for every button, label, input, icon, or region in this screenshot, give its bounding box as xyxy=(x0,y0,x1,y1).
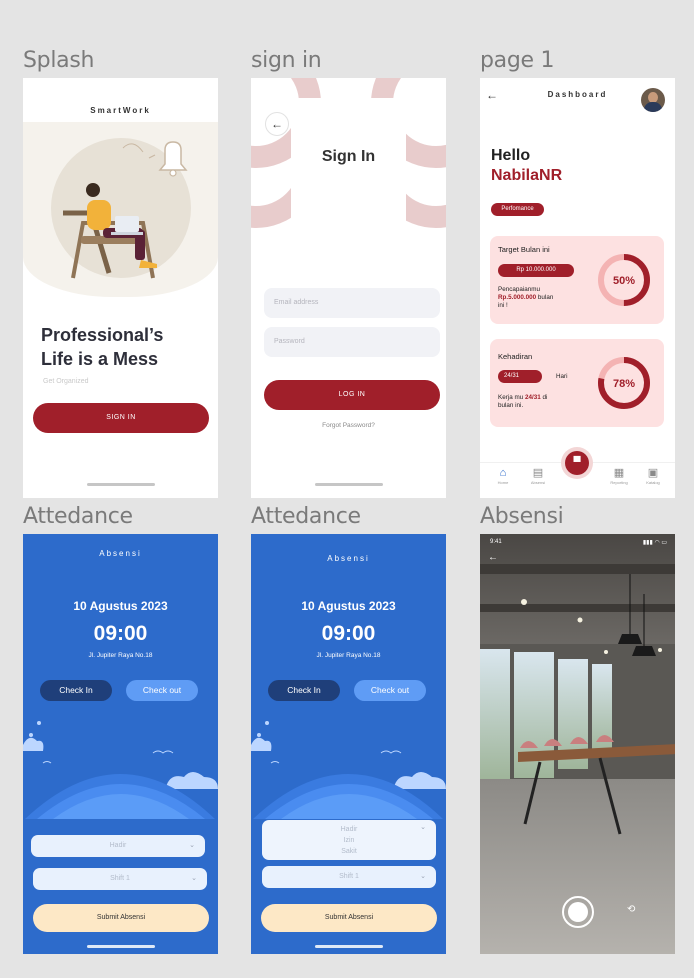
office-photo xyxy=(480,534,675,954)
brand-name: SmartWork xyxy=(90,106,151,115)
shutter-button[interactable] xyxy=(562,896,594,928)
home-indicator xyxy=(314,483,383,486)
clipboard-icon: ▦ xyxy=(613,467,625,479)
headline-line-1: Professional’s xyxy=(41,325,164,345)
dashboard-screen: ← Dashboard Hello NabilaNR Perfomance Ta… xyxy=(480,78,675,498)
signin-title: Sign In xyxy=(321,148,376,165)
shift-select-value: Shift 1 xyxy=(339,873,359,880)
performance-tag[interactable]: Perfomance xyxy=(491,203,544,216)
shutter-inner-icon xyxy=(568,902,588,922)
shift-select[interactable]: Shift 1 ⌄ xyxy=(33,868,207,890)
attendance-title: Absensi xyxy=(327,554,370,563)
nav-absensi[interactable]: ▤ Absensi xyxy=(523,467,553,485)
nav-home[interactable]: ⌂ Home xyxy=(488,467,518,485)
switch-camera-icon[interactable]: ⟲ xyxy=(627,904,635,915)
attendance-screen-2: Absensi 10 Agustus 2023 09:00 Jl. Jupite… xyxy=(251,534,446,954)
camera-screen: 9:41 ▮▮▮ ◠ ▭ ← ⟲ xyxy=(480,534,675,954)
signin-screen: ← Sign In Email address Password LOG IN … xyxy=(251,78,446,498)
shift-select-value: Shift 1 xyxy=(110,875,130,882)
submit-absensi-button[interactable]: Submit Absensi xyxy=(261,904,437,932)
greeting-username: NabilaNR xyxy=(491,167,563,184)
chevron-down-icon: ⌄ xyxy=(420,873,426,880)
relaxing-person-illustration xyxy=(63,141,188,279)
back-arrow-icon[interactable]: ← xyxy=(488,552,498,563)
attendance-progress-ring: 78% xyxy=(598,357,650,409)
home-indicator xyxy=(314,945,383,948)
nav-home-label: Home xyxy=(497,480,509,485)
attendance-count-badge: 24/31 xyxy=(498,370,542,383)
attendance-card-title: Kehadiran xyxy=(498,352,533,361)
status-select[interactable]: Hadir ⌄ xyxy=(31,835,205,857)
frame-label-signin: sign in xyxy=(251,48,322,73)
status-option-hadir[interactable]: Hadir xyxy=(262,824,436,835)
nav-absensi-label: Absensi xyxy=(530,480,546,485)
splash-screen: SmartWork Professional’s Life is a Mess … xyxy=(23,78,218,498)
status-option-sakit[interactable]: Sakit xyxy=(262,846,436,857)
sign-in-button[interactable]: SIGN IN xyxy=(33,403,209,433)
store-fab-icon[interactable]: ▀ xyxy=(565,451,589,475)
check-out-button[interactable]: Check out xyxy=(126,680,198,701)
greeting: Hello NabilaNR xyxy=(491,146,562,186)
catalog-icon: ▣ xyxy=(647,467,659,479)
chevron-down-icon: ⌄ xyxy=(189,842,195,849)
chevron-down-icon: ⌄ xyxy=(191,875,197,882)
target-progress-ring: 50% xyxy=(598,254,650,306)
target-amount-badge: Rp 10.000.000 xyxy=(498,264,574,277)
frame-label-absensi: Absensi xyxy=(480,504,564,529)
nav-katalog[interactable]: ▣ Katalog xyxy=(638,467,668,485)
attendance-address: Jl. Jupiter Raya No.18 xyxy=(88,652,153,659)
attendance-card[interactable]: Kehadiran 24/31 Hari Kerja mu 24/31 di b… xyxy=(490,339,664,427)
log-in-button[interactable]: LOG IN xyxy=(264,380,440,410)
headline-line-2: Life is a Mess xyxy=(41,349,159,369)
target-card-title: Target Bulan ini xyxy=(498,245,550,254)
target-percent-label: 50% xyxy=(613,275,635,287)
status-dropdown-open[interactable]: Hadir Izin Sakit ⌄ xyxy=(262,820,436,860)
attendance-time: 09:00 xyxy=(321,622,376,645)
status-bar-icons: ▮▮▮ ◠ ▭ xyxy=(642,540,667,546)
check-in-button[interactable]: Check In xyxy=(40,680,112,701)
frame-label-attendance-1: Attedance xyxy=(23,504,133,529)
nav-katalog-label: Katalog xyxy=(646,480,660,485)
nav-reporting-label: Reporting xyxy=(610,480,628,485)
status-bar-time: 9:41 xyxy=(490,539,502,545)
attendance-address: Jl. Jupiter Raya No.18 xyxy=(316,652,381,659)
frame-label-splash: Splash xyxy=(23,48,95,73)
splash-headline: Professional’s Life is a Mess xyxy=(41,323,211,371)
home-icon: ⌂ xyxy=(499,467,507,479)
avatar[interactable] xyxy=(641,88,665,112)
home-indicator xyxy=(86,945,155,948)
attendance-date: 10 Agustus 2023 xyxy=(301,599,396,613)
attendance-percent-label: 78% xyxy=(613,378,635,390)
splash-subtitle: Get Organized xyxy=(43,378,89,385)
sky-illustration xyxy=(23,721,218,819)
submit-absensi-button[interactable]: Submit Absensi xyxy=(33,904,209,932)
status-select-value: Hadir xyxy=(109,842,127,849)
attendance-screen-1: Absensi 10 Agustus 2023 09:00 Jl. Jupite… xyxy=(23,534,218,954)
chevron-down-icon: ⌄ xyxy=(420,824,426,831)
greeting-hello: Hello xyxy=(491,147,531,164)
sky-illustration xyxy=(251,721,446,819)
target-card[interactable]: Target Bulan ini Rp 10.000.000 Pencapaia… xyxy=(490,236,664,324)
attendance-progress-text: Kerja mu 24/31 di bulan ini. xyxy=(498,394,548,409)
back-arrow-icon[interactable]: ← xyxy=(265,112,289,136)
attendance-time: 09:00 xyxy=(93,622,148,645)
nav-reporting[interactable]: ▦ Reporting xyxy=(604,467,634,485)
frame-label-page1: page 1 xyxy=(480,48,555,73)
status-option-izin[interactable]: Izin xyxy=(262,835,436,846)
home-indicator xyxy=(86,483,155,486)
attendance-title: Absensi xyxy=(99,549,142,558)
forgot-password-link[interactable]: Forgot Password? xyxy=(251,422,446,429)
frame-label-attendance-2: Attedance xyxy=(251,504,361,529)
attendance-unit: Hari xyxy=(556,373,568,380)
check-in-button[interactable]: Check In xyxy=(268,680,340,701)
shift-select[interactable]: Shift 1 ⌄ xyxy=(262,866,436,888)
target-progress-text: Pencapaianmu Rp.5.000.000 bulan ini ! xyxy=(498,286,554,309)
email-field[interactable]: Email address xyxy=(264,288,440,318)
password-field[interactable]: Password xyxy=(264,327,440,357)
attendance-date: 10 Agustus 2023 xyxy=(73,599,168,613)
check-out-button[interactable]: Check out xyxy=(354,680,426,701)
document-icon: ▤ xyxy=(532,467,544,479)
